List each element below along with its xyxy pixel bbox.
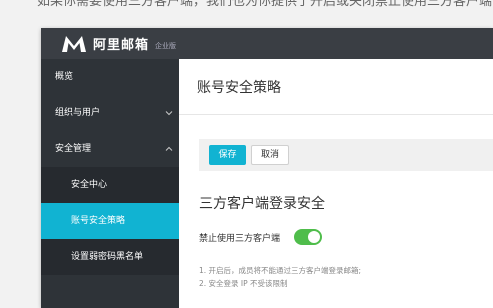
sidebar-item-label: 组织与用户 [55,108,101,118]
sidebar-item-account-security-policy[interactable]: 账号安全策略 [41,203,179,239]
note-line: 1. 开启后，成员将不能通过三方客户端登录邮箱; [199,266,362,275]
page-title: 账号安全策略 [197,80,281,96]
cancel-button[interactable]: 取消 [251,145,289,165]
action-toolbar: 保存 取消 [199,139,493,171]
top-bar: 阿里邮箱 企业版 [41,28,493,59]
main-content: 账号安全策略 保存 取消 三方客户端登录安全 禁止使用三方客户端 1. 开启后，… [179,59,493,308]
document-text-line: 如果你需要使用三方客户端，我们也为你提供了开启或关闭禁止使用三方客户端 [37,0,493,9]
third-party-client-setting: 禁止使用三方客户端 [199,226,323,248]
logo-text: 阿里邮箱 [93,38,150,53]
sidebar-item-label: 设置弱密码黑名单 [71,252,144,262]
chevron-up-icon [165,146,173,151]
sidebar-item-label: 账号安全策略 [71,216,126,226]
note-line: 2. 安全登录 IP 不受该限制 [199,279,288,288]
setting-label: 禁止使用三方客户端 [199,233,281,244]
sidebar-item-security[interactable]: 安全管理 [41,131,179,167]
third-party-client-toggle[interactable] [294,229,323,245]
divider [179,114,493,115]
sidebar-item-overview[interactable]: 概览 [41,59,179,95]
section-title: 三方客户端登录安全 [199,196,325,212]
sidebar-item-label: 安全中心 [71,180,108,190]
app-logo[interactable]: 阿里邮箱 企业版 [61,32,176,55]
sidebar-item-security-center[interactable]: 安全中心 [41,167,179,203]
sidebar: 概览 组织与用户 安全管理 安全中心 账号安全策略 设置弱密码黑名单 [41,59,179,308]
mail-admin-window: 阿里邮箱 企业版 概览 组织与用户 安全管理 安全中心 账号安全策略 设置弱密码… [41,28,493,308]
sidebar-item-label: 概览 [55,72,74,82]
sidebar-item-label: 安全管理 [55,144,92,154]
save-button[interactable]: 保存 [209,145,246,165]
toggle-knob [308,231,321,243]
sidebar-item-weak-password-blacklist[interactable]: 设置弱密码黑名单 [41,239,179,275]
sidebar-item-org-users[interactable]: 组织与用户 [41,95,179,131]
edition-label: 企业版 [155,41,177,50]
chevron-down-icon [165,111,173,116]
logo-m-icon [62,35,86,52]
